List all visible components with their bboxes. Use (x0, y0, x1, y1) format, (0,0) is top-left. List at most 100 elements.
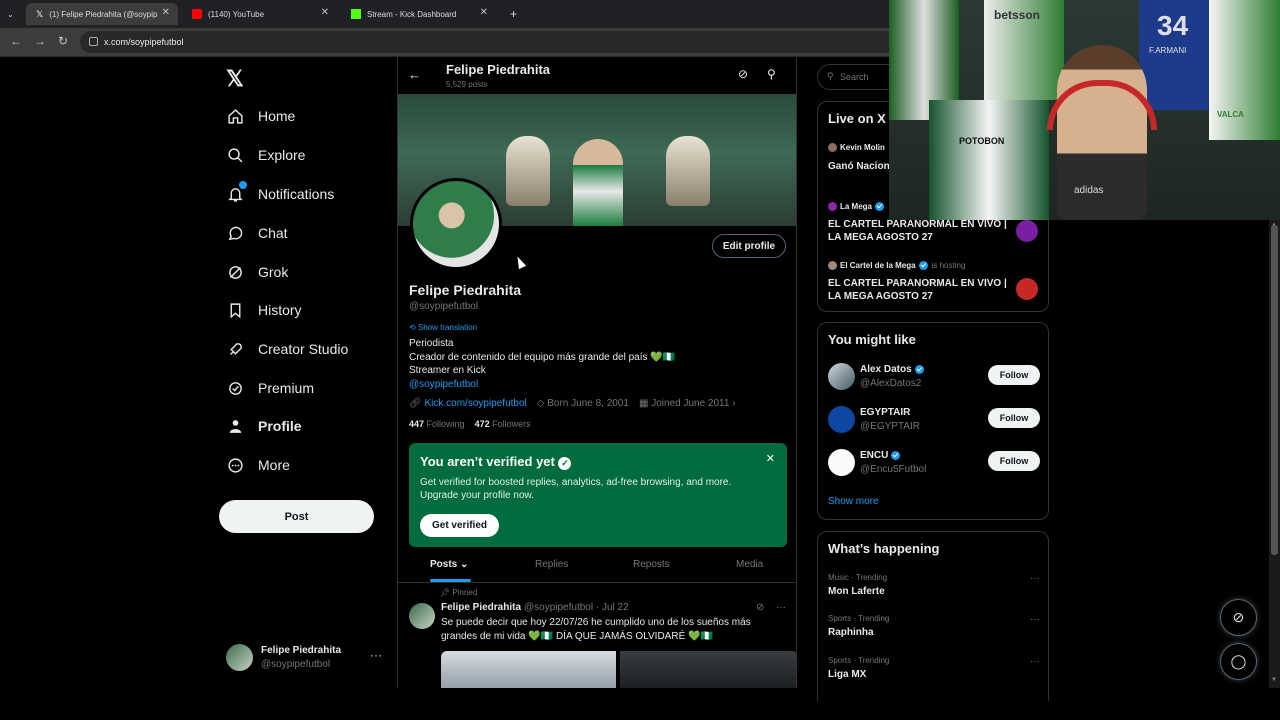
search-icon[interactable]: ⚲ (767, 67, 776, 81)
nav-creator-studio[interactable]: Creator Studio (226, 334, 348, 364)
tab-kick[interactable]: Stream - Kick Dashboard ✕ (341, 3, 496, 25)
live-host[interactable]: El Cartel de la Mega is hosting (828, 261, 965, 270)
trend-item[interactable]: Music · Trending Mon Laferte ··· (828, 573, 1040, 603)
search-icon (226, 146, 244, 164)
tweet-author-name[interactable]: Felipe Piedrahita (441, 602, 521, 613)
suggestion-name-text: ENCU (860, 450, 889, 461)
nav-premium[interactable]: Premium (226, 373, 314, 403)
following-link[interactable]: 447 Following (409, 419, 465, 429)
x-favicon-icon: 𝕏 (36, 9, 44, 19)
close-icon[interactable]: ✕ (162, 7, 170, 18)
more-dots-icon[interactable]: ··· (1030, 614, 1040, 625)
nav-profile[interactable]: Profile (226, 411, 302, 441)
show-more-link[interactable]: Show more (828, 496, 879, 507)
live-title[interactable]: EL CARTEL PARANORMAL EN VIVO | LA MEGA A… (828, 218, 1008, 244)
tab-youtube[interactable]: (1140) YouTube ✕ (182, 3, 337, 25)
tab-reposts[interactable]: Reposts (633, 559, 670, 570)
suggestion-handle: @EGYPTAIR (860, 421, 920, 432)
pinned-tweet[interactable]: 📌︎ Pinned Felipe Piedrahita @soypipefutb… (398, 584, 796, 688)
live-thumbnail[interactable] (1016, 220, 1038, 242)
follow-button[interactable]: Follow (988, 408, 1040, 428)
follow-button[interactable]: Follow (988, 365, 1040, 385)
post-button[interactable]: Post (219, 500, 374, 533)
live-host[interactable]: La Mega (828, 202, 885, 211)
website-link[interactable]: Kick.com/soypipefutbol (424, 398, 526, 409)
nav-history[interactable]: History (226, 295, 302, 325)
grok-icon[interactable]: ⊘ (756, 602, 764, 613)
forward-icon[interactable]: → (34, 34, 46, 48)
profile-avatar[interactable] (410, 178, 502, 270)
messages-fab-button[interactable]: ◯ (1220, 643, 1257, 680)
suggestion-handle: @AlexDatos2 (860, 378, 922, 389)
nav-home[interactable]: Home (226, 101, 295, 131)
close-icon[interactable]: ✕ (766, 452, 775, 465)
tweet-image[interactable] (620, 651, 796, 688)
join-date[interactable]: Joined June 2011 (651, 398, 729, 409)
more-dots-icon[interactable]: ··· (370, 648, 382, 662)
trophy-image (666, 136, 710, 206)
suggestion-row[interactable]: Alex Datos @AlexDatos2 Follow (828, 363, 1040, 393)
more-dots-icon[interactable]: ··· (1030, 656, 1040, 667)
chevron-right-icon: › (729, 398, 736, 409)
close-icon[interactable]: ✕ (321, 7, 329, 18)
bio-line: Creador de contenido del equipo más gran… (409, 351, 676, 363)
tab-x-profile[interactable]: 𝕏 (1) Felipe Piedrahita (@soypip ✕ (26, 3, 178, 25)
get-verified-button[interactable]: Get verified (420, 514, 499, 537)
bell-icon (226, 181, 247, 203)
follow-button[interactable]: Follow (988, 451, 1040, 471)
site-info-icon[interactable] (89, 37, 98, 46)
tab-media[interactable]: Media (736, 559, 763, 570)
balloon-icon: ◇ (536, 398, 548, 409)
bio-mention-link[interactable]: @soypipefutbol (409, 378, 675, 392)
grok-icon (226, 263, 244, 281)
grok-fab-button[interactable]: ⊘ (1220, 599, 1257, 636)
tweet-image[interactable] (441, 651, 616, 688)
back-icon[interactable]: ← (10, 34, 22, 48)
tab-replies[interactable]: Replies (535, 559, 568, 570)
followers-link[interactable]: 472 Followers (475, 419, 531, 429)
nav-label: Home (258, 108, 296, 124)
trophy-image (506, 136, 550, 206)
tab-title: (1) Felipe Piedrahita (@soypip (49, 9, 158, 19)
account-switcher[interactable]: Felipe Piedrahita @soypipefutbol ··· (226, 642, 386, 676)
jersey-text: F.ARMANI (1149, 46, 1187, 55)
nav-notifications[interactable]: Notifications (226, 179, 334, 209)
reload-icon[interactable]: ↻ (58, 34, 68, 48)
trend-name: Mon Laferte (828, 586, 885, 597)
live-host[interactable]: Kevin Molin (828, 143, 885, 152)
nav-more[interactable]: More (226, 450, 290, 480)
edit-profile-button[interactable]: Edit profile (712, 234, 786, 258)
tweet-handle-date[interactable]: @soypipefutbol · Jul 22 (524, 602, 629, 613)
live-thumbnail[interactable] (1016, 278, 1038, 300)
profile-handle: @soypipefutbol (409, 301, 479, 312)
suggestion-row[interactable]: ENCU @Encu5Futbol Follow (828, 449, 1040, 479)
url-field[interactable]: x.com/soypipefutbol (80, 31, 900, 53)
avatar (828, 202, 837, 211)
back-arrow-icon[interactable]: ← (408, 67, 421, 82)
tab-posts[interactable]: Posts ⌄ (430, 559, 468, 570)
live-title[interactable]: EL CARTEL PARANORMAL EN VIVO | LA MEGA A… (828, 277, 1008, 303)
more-dots-icon[interactable]: ··· (776, 602, 786, 613)
grok-icon[interactable]: ⊘ (738, 67, 748, 81)
panel-title: Live on X (828, 111, 886, 126)
trend-item[interactable]: Sports · Trending Raphinha ··· (828, 614, 1040, 644)
nav-grok[interactable]: Grok (226, 257, 288, 287)
close-icon[interactable]: ✕ (480, 7, 488, 18)
jersey-image: POTOBON (929, 100, 1049, 220)
bio-line: Periodista (409, 338, 454, 349)
new-tab-button[interactable]: + (500, 3, 524, 25)
nav-chat[interactable]: Chat (226, 218, 288, 248)
x-logo-icon[interactable]: 𝕏 (226, 66, 244, 92)
more-dots-icon[interactable]: ··· (1030, 573, 1040, 584)
suggestion-row[interactable]: EGYPTAIR @EGYPTAIR Follow (828, 406, 1040, 436)
tab-search-dropdown-icon[interactable]: ⌄ (0, 3, 22, 25)
jersey-image: betsson (984, 0, 1064, 100)
avatar[interactable] (409, 603, 435, 629)
trend-item[interactable]: Sports · Trending Liga MX ··· (828, 656, 1040, 686)
nav-label: More (258, 457, 290, 473)
more-circle-icon (226, 456, 244, 474)
show-translation-link[interactable]: ⟲ Show translation (409, 323, 477, 332)
scroll-down-icon[interactable]: ▼ (1271, 677, 1277, 683)
scrollbar-thumb[interactable] (1271, 225, 1278, 555)
nav-explore[interactable]: Explore (226, 140, 305, 170)
